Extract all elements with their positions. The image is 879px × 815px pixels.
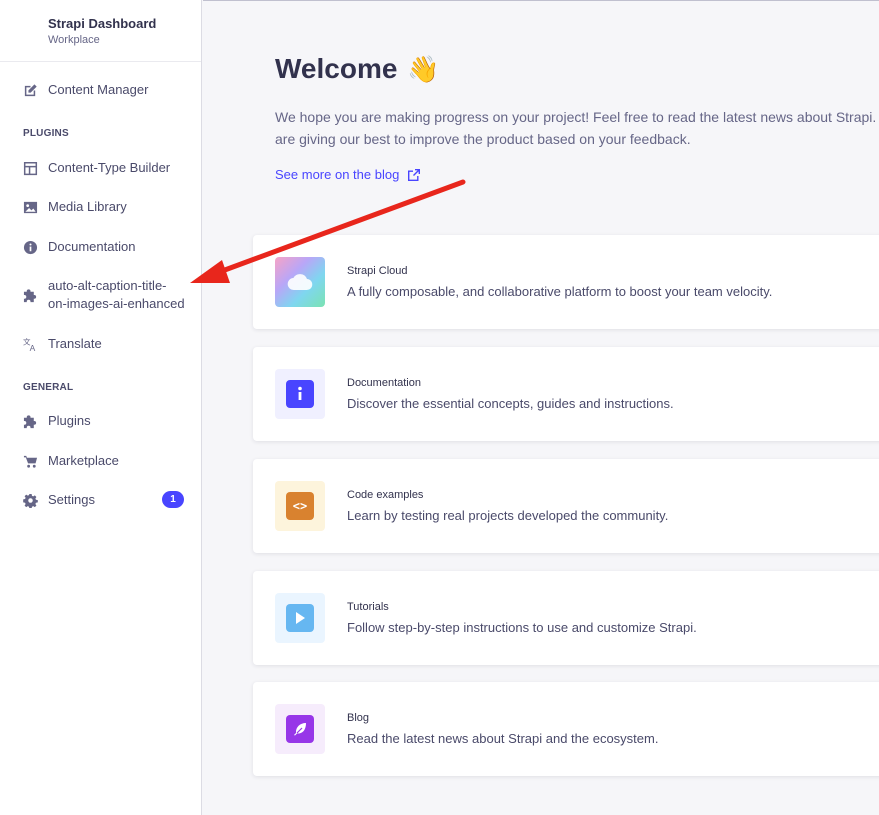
blog-link-label: See more on the blog [275, 167, 400, 182]
layout-icon [22, 160, 38, 176]
card-title: Strapi Cloud [347, 265, 408, 277]
sidebar-item-label-line2: on-images-ai-enhanced [48, 296, 185, 311]
sidebar-item-plugins[interactable]: Plugins [0, 412, 201, 430]
puzzle-icon [22, 287, 38, 303]
sidebar-item-content-manager[interactable]: Content Manager [0, 81, 201, 99]
sidebar-item-content-type-builder[interactable]: Content-Type Builder [0, 159, 201, 177]
sidebar-item-label: Media Library [48, 199, 127, 214]
card-code-examples[interactable]: <> Code examples Learn by testing real p… [253, 459, 879, 553]
card-tutorials[interactable]: Tutorials Follow step-by-step instructio… [253, 571, 879, 665]
wave-emoji-icon: 👋 [407, 53, 440, 84]
sidebar-item-label: Content-Type Builder [48, 160, 171, 175]
image-icon [22, 199, 38, 215]
sidebar-item-label: Translate [48, 336, 102, 351]
sidebar-item-label: Plugins [48, 413, 91, 428]
page-title: Welcome 👋 [275, 53, 440, 85]
sidebar-item-auto-alt-caption[interactable]: auto-alt-caption-title- on-images-ai-enh… [0, 277, 201, 313]
translate-icon: 文A [22, 336, 38, 352]
sidebar-item-media-library[interactable]: Media Library [0, 198, 201, 216]
card-description: Follow step-by-step instructions to use … [347, 620, 697, 635]
sidebar-item-label: Content Manager [48, 82, 149, 97]
sidebar: Strapi Dashboard Workplace Content Manag… [0, 0, 202, 815]
brand-header: Strapi Dashboard Workplace [0, 0, 201, 62]
sidebar-item-marketplace[interactable]: Marketplace [0, 452, 201, 470]
code-icon: <> [275, 481, 325, 531]
sidebar-item-label: Settings [48, 492, 95, 507]
gear-icon [22, 492, 38, 508]
card-title: Tutorials [347, 601, 389, 613]
card-title: Code examples [347, 489, 424, 501]
settings-badge: 1 [162, 491, 184, 508]
see-more-blog-link[interactable]: See more on the blog [275, 167, 421, 182]
cloud-icon [275, 257, 325, 307]
sidebar-item-label: Documentation [48, 239, 136, 254]
sidebar-item-translate[interactable]: 文A Translate [0, 335, 201, 353]
external-link-icon [408, 168, 421, 181]
card-title: Blog [347, 712, 370, 724]
general-section-heading: GENERAL [23, 382, 74, 393]
pencil-icon [22, 82, 38, 98]
puzzle-icon [22, 413, 38, 429]
card-blog[interactable]: Blog Read the latest news about Strapi a… [253, 682, 879, 776]
sidebar-item-label-line1: auto-alt-caption-title- [48, 278, 167, 293]
intro-text: We hope you are making progress on your … [275, 109, 879, 147]
plugins-section-heading: PLUGINS [23, 128, 69, 139]
card-title: Documentation [347, 377, 421, 389]
play-icon [275, 593, 325, 643]
feather-icon [275, 704, 325, 754]
brand-subtitle: Workplace [48, 34, 100, 46]
card-description: Discover the essential concepts, guides … [347, 396, 674, 411]
info-icon [22, 239, 38, 255]
cart-icon [22, 453, 38, 469]
brand-title: Strapi Dashboard [48, 16, 157, 31]
sidebar-item-documentation[interactable]: Documentation [0, 238, 201, 256]
card-documentation[interactable]: Documentation Discover the essential con… [253, 347, 879, 441]
sidebar-item-label: Marketplace [48, 453, 119, 468]
main-content: Welcome 👋 We hope you are making progres… [203, 0, 879, 815]
svg-text:A: A [29, 343, 35, 352]
page-title-text: Welcome [275, 53, 398, 84]
info-icon [275, 369, 325, 419]
card-description: A fully composable, and collaborative pl… [347, 284, 773, 299]
card-strapi-cloud[interactable]: Strapi Cloud A fully composable, and col… [253, 235, 879, 329]
card-description: Learn by testing real projects developed… [347, 508, 669, 523]
card-description: Read the latest news about Strapi and th… [347, 731, 659, 746]
